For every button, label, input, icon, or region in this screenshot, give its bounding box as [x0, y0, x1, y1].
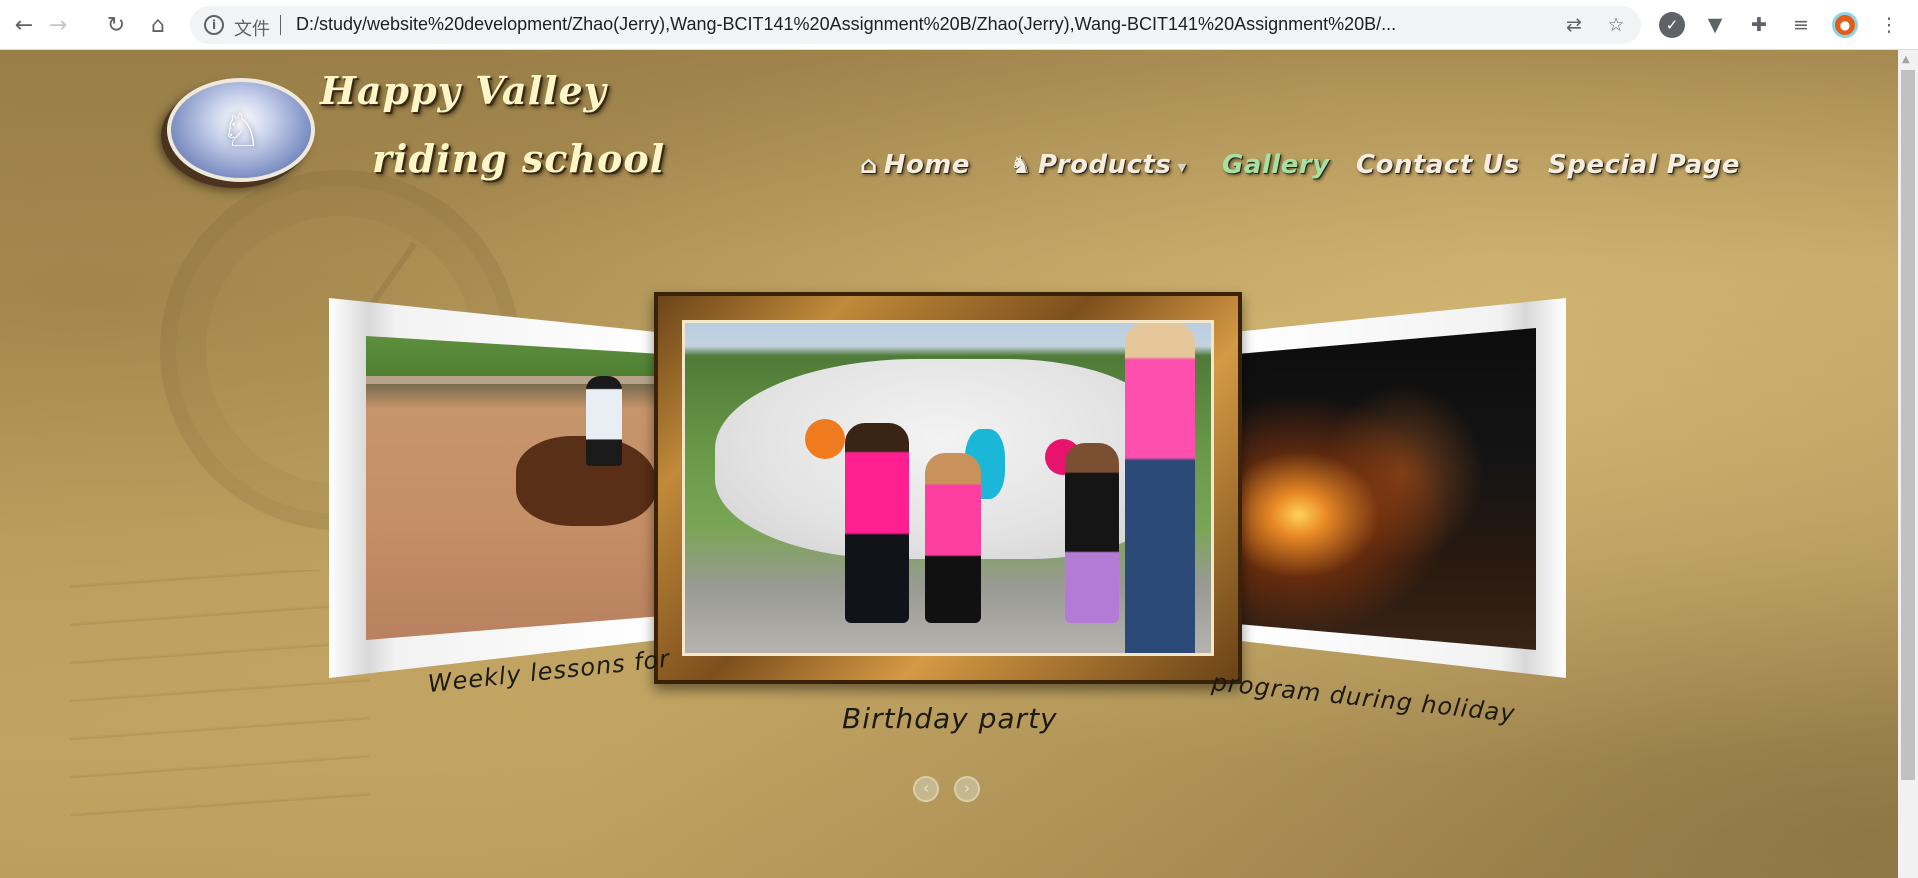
child-figure	[1065, 443, 1119, 623]
nav-products[interactable]: ♞ Products ▾	[1010, 150, 1187, 180]
reload-icon: ↻	[106, 12, 126, 38]
scroll-thumb[interactable]	[1901, 70, 1915, 780]
birthday-party-photo[interactable]	[682, 320, 1214, 656]
paint-splash	[805, 419, 845, 459]
child-figure	[845, 423, 909, 623]
extension-v-icon[interactable]: ✓	[1659, 12, 1685, 38]
home-icon: ⌂	[151, 12, 165, 38]
translate-icon[interactable]: ⇄	[1562, 13, 1586, 37]
home-icon: ⌂	[860, 151, 878, 179]
horse-icon: ♞	[1010, 151, 1033, 179]
chevron-left-icon: ‹	[923, 779, 929, 797]
nav-contact-us[interactable]: Contact Us	[1356, 150, 1520, 180]
url-text[interactable]: D:/study/website%20development/Zhao(Jerr…	[296, 14, 1536, 35]
nav-contact-label: Contact Us	[1356, 150, 1520, 180]
nav-home[interactable]: ⌂ Home	[860, 150, 970, 180]
extension-vue-icon[interactable]: ▼	[1702, 12, 1728, 38]
home-button[interactable]: ⌂	[142, 9, 174, 41]
star-icon[interactable]: ☆	[1604, 13, 1628, 37]
chevron-down-icon: ▾	[1177, 157, 1187, 178]
media-queue-icon[interactable]: ≡	[1788, 12, 1814, 38]
pegasus-icon: ♘	[220, 103, 262, 157]
profile-avatar[interactable]: ●	[1832, 12, 1858, 38]
brand-title-line2: riding school	[372, 136, 666, 181]
arrow-left-icon: ←	[14, 12, 34, 38]
nav-home-label: Home	[883, 150, 971, 180]
carousel-caption-center: Birthday party	[842, 702, 1058, 735]
rider-shape	[586, 376, 622, 466]
nav-gallery[interactable]: Gallery	[1222, 150, 1330, 180]
kebab-menu-icon[interactable]: ⋮	[1876, 12, 1902, 38]
divider	[280, 15, 281, 35]
file-scheme-label: 文件	[234, 19, 270, 40]
adult-figure	[1125, 323, 1195, 653]
carousel-next-button[interactable]: ›	[954, 776, 980, 802]
child-figure	[925, 453, 981, 623]
chevron-right-icon: ›	[964, 779, 970, 797]
nav-gallery-label: Gallery	[1222, 150, 1330, 180]
nav-products-label: Products	[1038, 150, 1172, 180]
back-button[interactable]: ←	[8, 9, 40, 41]
brand-title-line1: Happy Valley	[320, 68, 607, 113]
pegasus-logo[interactable]: ♘	[167, 78, 315, 182]
forward-button[interactable]: →	[42, 9, 74, 41]
fence	[366, 376, 666, 384]
carousel-prev-button[interactable]: ‹	[913, 776, 939, 802]
browser-toolbar: ← → ↻ ⌂ i 文件 D:/study/website%20developm…	[0, 0, 1918, 50]
campfire-photo[interactable]	[1240, 328, 1536, 650]
address-bar[interactable]: i 文件 D:/study/website%20development/Zhao…	[190, 6, 1641, 44]
arrow-right-icon: →	[48, 12, 68, 38]
reload-button[interactable]: ↻	[100, 9, 132, 41]
scroll-up-icon[interactable]: ▲	[1902, 54, 1910, 65]
vertical-scrollbar[interactable]: ▲	[1898, 50, 1918, 878]
info-icon[interactable]: i	[204, 15, 224, 35]
nav-special-page[interactable]: Special Page	[1548, 150, 1740, 180]
script-background-decoration	[70, 570, 370, 830]
puzzle-icon[interactable]: ✚	[1746, 12, 1772, 38]
riding-lesson-photo[interactable]	[366, 336, 666, 640]
nav-special-label: Special Page	[1548, 150, 1740, 180]
